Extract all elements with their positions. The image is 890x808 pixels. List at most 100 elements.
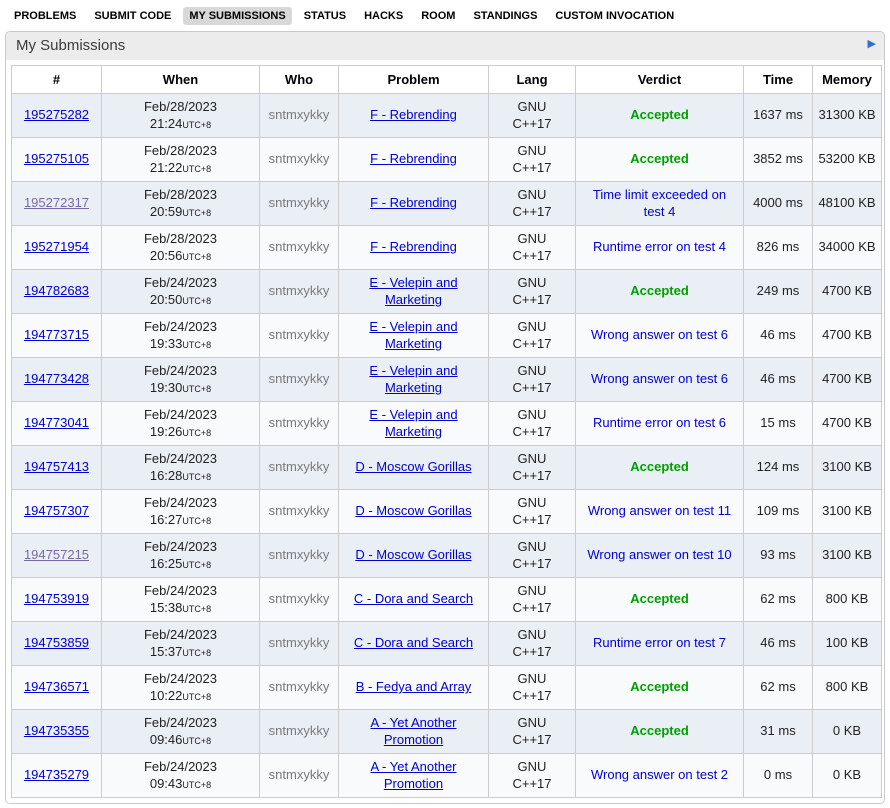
submission-lang: GNU C++17 (506, 495, 558, 529)
submission-who-cell: sntmxykky (260, 182, 339, 226)
problem-link[interactable]: E - Velepin and Marketing (369, 407, 457, 439)
user-link[interactable]: sntmxykky (269, 371, 330, 386)
submission-lang-cell: GNU C++17 (489, 710, 576, 754)
problem-link[interactable]: A - Yet Another Promotion (370, 715, 456, 747)
user-link[interactable]: sntmxykky (269, 151, 330, 166)
nav-item-status[interactable]: STATUS (298, 7, 352, 25)
submission-id-link[interactable]: 195275282 (24, 107, 89, 122)
problem-link[interactable]: E - Velepin and Marketing (369, 275, 457, 307)
submission-row: 194757413 Feb/24/2023 16:28UTC+8 sntmxyk… (12, 446, 882, 490)
problem-link[interactable]: F - Rebrending (370, 195, 457, 210)
submission-time: 09:46 (150, 732, 183, 747)
submission-row: 195271954 Feb/28/2023 20:56UTC+8 sntmxyk… (12, 226, 882, 270)
user-link[interactable]: sntmxykky (269, 459, 330, 474)
top-navigation: PROBLEMS SUBMIT CODE MY SUBMISSIONS STATUS H… (0, 0, 890, 31)
submission-lang-cell: GNU C++17 (489, 270, 576, 314)
problem-link[interactable]: C - Dora and Search (354, 591, 473, 606)
nav-item-custom-invocation[interactable]: CUSTOM INVOCATION (549, 7, 680, 25)
submission-id-cell: 194782683 (12, 270, 102, 314)
user-link[interactable]: sntmxykky (269, 239, 330, 254)
submission-lang-cell: GNU C++17 (489, 666, 576, 710)
submission-row: 195275105 Feb/28/2023 21:22UTC+8 sntmxyk… (12, 138, 882, 182)
submission-memory: 4700 KB (822, 415, 872, 430)
submission-id-link[interactable]: 195271954 (24, 239, 89, 254)
problem-link[interactable]: F - Rebrending (370, 151, 457, 166)
nav-item-submit-code[interactable]: SUBMIT CODE (88, 7, 177, 25)
submission-id-link[interactable]: 194753859 (24, 635, 89, 650)
submission-row: 194753859 Feb/24/2023 15:37UTC+8 sntmxyk… (12, 622, 882, 666)
user-link[interactable]: sntmxykky (269, 591, 330, 606)
submission-exec-time: 3852 ms (753, 151, 803, 166)
problem-link[interactable]: D - Moscow Gorillas (355, 459, 471, 474)
submission-memory-cell: 48100 KB (813, 182, 882, 226)
user-link[interactable]: sntmxykky (269, 547, 330, 562)
expand-arrow-icon[interactable]: ▶ (868, 39, 876, 50)
submission-id-cell: 195275282 (12, 94, 102, 138)
problem-link[interactable]: D - Moscow Gorillas (355, 503, 471, 518)
submission-id-link[interactable]: 194736571 (24, 679, 89, 694)
submission-timezone: UTC+8 (182, 472, 211, 482)
problem-link[interactable]: F - Rebrending (370, 107, 457, 122)
user-link[interactable]: sntmxykky (269, 503, 330, 518)
submission-id-link[interactable]: 194757307 (24, 503, 89, 518)
problem-link[interactable]: E - Velepin and Marketing (369, 319, 457, 351)
submission-id-link[interactable]: 194735355 (24, 723, 89, 738)
submission-time: 15:37 (150, 644, 183, 659)
submission-time: 19:26 (150, 424, 183, 439)
submission-id-link[interactable]: 194782683 (24, 283, 89, 298)
submission-id-link[interactable]: 195275105 (24, 151, 89, 166)
problem-link[interactable]: F - Rebrending (370, 239, 457, 254)
submission-id-link[interactable]: 194757215 (24, 547, 89, 562)
problem-link[interactable]: E - Velepin and Marketing (369, 363, 457, 395)
nav-item-standings[interactable]: STANDINGS (467, 7, 543, 25)
submission-exec-time: 46 ms (760, 635, 795, 650)
submission-id-link[interactable]: 194773428 (24, 371, 89, 386)
problem-link[interactable]: D - Moscow Gorillas (355, 547, 471, 562)
submission-time: 20:59 (150, 204, 183, 219)
submission-timezone: UTC+8 (182, 780, 211, 790)
submission-time-cell: 3852 ms (744, 138, 813, 182)
submission-memory-cell: 0 KB (813, 754, 882, 798)
user-link[interactable]: sntmxykky (269, 195, 330, 210)
submission-id-link[interactable]: 194753919 (24, 591, 89, 606)
submission-verdict: Runtime error on test 4 (593, 239, 726, 254)
submission-id-cell: 194773715 (12, 314, 102, 358)
submission-memory-cell: 3100 KB (813, 534, 882, 578)
nav-item-my-submissions[interactable]: MY SUBMISSIONS (183, 7, 291, 25)
submission-id-link[interactable]: 194757413 (24, 459, 89, 474)
submission-time: 21:24 (150, 116, 183, 131)
submission-verdict-cell: Wrong answer on test 6 (576, 314, 744, 358)
submission-memory: 3100 KB (822, 547, 872, 562)
submission-problem-cell: E - Velepin and Marketing (339, 402, 489, 446)
submission-verdict: Wrong answer on test 11 (588, 503, 731, 518)
user-link[interactable]: sntmxykky (269, 767, 330, 782)
problem-link[interactable]: C - Dora and Search (354, 635, 473, 650)
problem-link[interactable]: A - Yet Another Promotion (370, 759, 456, 791)
submission-id-link[interactable]: 194735279 (24, 767, 89, 782)
user-link[interactable]: sntmxykky (269, 327, 330, 342)
submission-verdict-cell: Time limit exceeded on test 4 (576, 182, 744, 226)
user-link[interactable]: sntmxykky (269, 635, 330, 650)
submission-problem-cell: B - Fedya and Array (339, 666, 489, 710)
submission-memory-cell: 4700 KB (813, 314, 882, 358)
submission-who-cell: sntmxykky (260, 534, 339, 578)
user-link[interactable]: sntmxykky (269, 723, 330, 738)
problem-link[interactable]: B - Fedya and Array (356, 679, 472, 694)
submission-memory: 4700 KB (822, 327, 872, 342)
col-header-verdict: Verdict (576, 66, 744, 94)
panel-title: My Submissions (16, 37, 125, 54)
nav-item-hacks[interactable]: HACKS (358, 7, 409, 25)
submission-time-cell: 109 ms (744, 490, 813, 534)
submission-verdict: Accepted (630, 459, 689, 474)
user-link[interactable]: sntmxykky (269, 679, 330, 694)
user-link[interactable]: sntmxykky (269, 283, 330, 298)
nav-item-problems[interactable]: PROBLEMS (8, 7, 82, 25)
submission-id-link[interactable]: 194773041 (24, 415, 89, 430)
user-link[interactable]: sntmxykky (269, 415, 330, 430)
submission-id-link[interactable]: 195272317 (24, 195, 89, 210)
submission-when-cell: Feb/24/2023 16:28UTC+8 (102, 446, 260, 490)
submission-id-link[interactable]: 194773715 (24, 327, 89, 342)
submission-verdict: Time limit exceeded on test 4 (593, 187, 726, 219)
user-link[interactable]: sntmxykky (269, 107, 330, 122)
nav-item-room[interactable]: ROOM (415, 7, 461, 25)
